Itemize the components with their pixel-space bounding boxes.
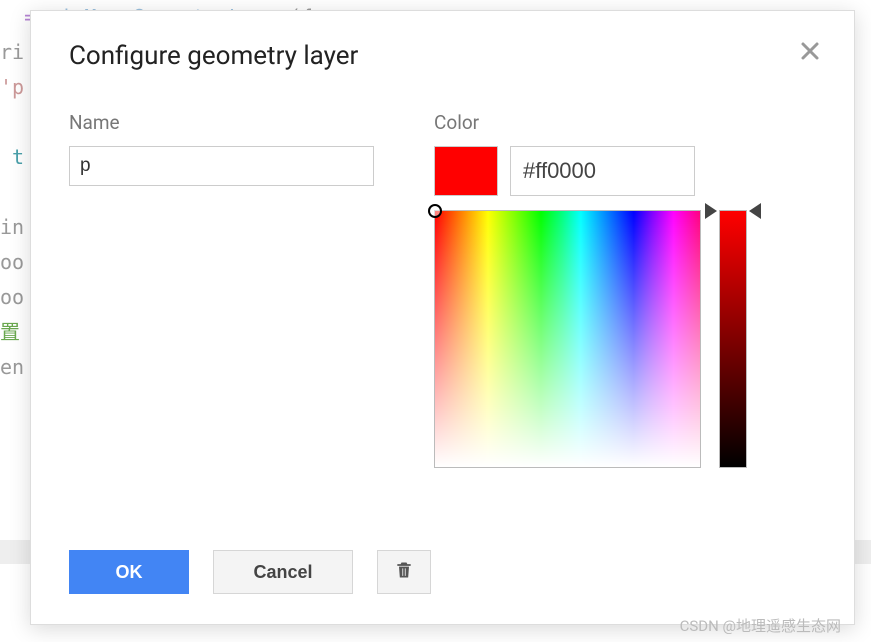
watermark: CSDN @地理遥感生态网: [680, 615, 841, 636]
chevron-left-icon: [749, 203, 761, 219]
delete-button[interactable]: [377, 550, 431, 594]
name-label: Name: [69, 111, 374, 134]
color-picker-cursor[interactable]: [428, 204, 442, 218]
dialog-title: Configure geometry layer: [69, 41, 816, 71]
ok-button[interactable]: OK: [69, 550, 189, 594]
color-swatch[interactable]: [434, 146, 498, 196]
name-input[interactable]: [69, 146, 374, 186]
close-icon[interactable]: [798, 39, 822, 63]
trash-icon: [394, 559, 414, 586]
chevron-right-icon: [705, 203, 717, 219]
color-label: Color: [434, 111, 794, 134]
value-slider[interactable]: [719, 210, 747, 468]
configure-geometry-dialog: Configure geometry layer Name Color: [30, 10, 855, 625]
cancel-button[interactable]: Cancel: [213, 550, 353, 594]
color-picker-area[interactable]: [434, 210, 701, 468]
value-bar[interactable]: [719, 210, 747, 468]
color-hex-input[interactable]: [510, 146, 695, 196]
